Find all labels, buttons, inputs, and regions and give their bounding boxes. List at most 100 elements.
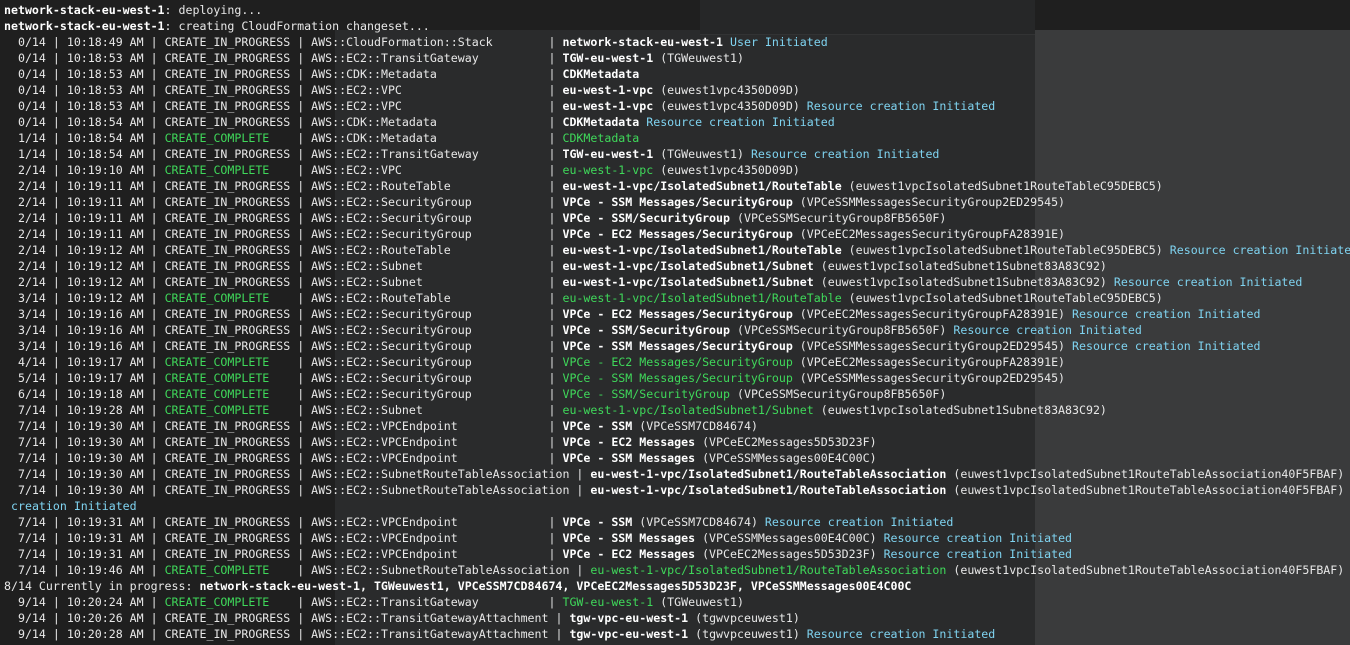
event-logical-id: VPCe - SSM Messages/SecurityGroup — [562, 195, 793, 209]
event-progress: 2/14 — [4, 163, 46, 177]
event-status: CREATE_IN_PROGRESS — [164, 115, 291, 129]
event-logical-id: TGW-eu-west-1 — [562, 147, 654, 161]
terminal-window[interactable]: network-stack-eu-west-1: deploying... ne… — [0, 0, 1350, 645]
event-physical-id: (euwest1vpcIsolatedSubnet1RouteTableAsso… — [953, 483, 1345, 497]
event-resource-type: AWS::EC2::SecurityGroup — [311, 355, 542, 369]
event-timestamp: 10:19:30 AM — [66, 451, 144, 465]
event-timestamp: 10:19:46 AM — [66, 563, 144, 577]
event-timestamp: 10:19:31 AM — [66, 531, 144, 545]
event-row: 7/14 | 10:19:30 AM | CREATE_IN_PROGRESS … — [4, 435, 877, 449]
event-progress: 2/14 — [4, 227, 46, 241]
event-physical-id: (VPCeEC2Messages5D53D23F) — [702, 435, 877, 449]
event-resource-type: AWS::EC2::SubnetRouteTableAssociation — [311, 483, 570, 497]
event-timestamp: 10:19:11 AM — [66, 227, 144, 241]
event-row: 3/14 | 10:19:16 AM | CREATE_IN_PROGRESS … — [4, 307, 1261, 321]
event-status-reason: Resource creation Initiated — [883, 547, 1073, 561]
event-row: 7/14 | 10:19:31 AM | CREATE_IN_PROGRESS … — [4, 531, 1073, 545]
event-status: CREATE_COMPLETE — [164, 163, 291, 177]
event-progress: 2/14 — [4, 211, 46, 225]
event-row: 7/14 | 10:19:30 AM | CREATE_IN_PROGRESS … — [4, 451, 877, 465]
event-timestamp: 10:18:53 AM — [66, 51, 144, 65]
event-progress: 0/14 — [4, 67, 46, 81]
event-logical-id: tgw-vpc-eu-west-1 — [569, 627, 689, 641]
event-physical-id: (euwest1vpc4350D09D) — [660, 99, 800, 113]
event-logical-id: VPCe - SSM Messages/SecurityGroup — [562, 371, 793, 385]
event-status: CREATE_IN_PROGRESS — [164, 51, 291, 65]
event-resource-type: AWS::EC2::SubnetRouteTableAssociation — [311, 467, 570, 481]
event-row: 7/14 | 10:19:46 AM | CREATE_COMPLETE | A… — [4, 563, 1345, 577]
event-progress: 7/14 — [4, 467, 46, 481]
event-resource-type: AWS::CloudFormation::Stack — [311, 35, 542, 49]
event-row: 6/14 | 10:19:18 AM | CREATE_COMPLETE | A… — [4, 387, 947, 401]
event-status: CREATE_COMPLETE — [164, 131, 291, 145]
event-progress: 2/14 — [4, 275, 46, 289]
event-status: CREATE_IN_PROGRESS — [164, 339, 291, 353]
event-status: CREATE_COMPLETE — [164, 595, 291, 609]
event-timestamp: 10:19:12 AM — [66, 275, 144, 289]
event-row: 9/14 | 10:20:28 AM | CREATE_IN_PROGRESS … — [4, 627, 996, 641]
event-row: 0/14 | 10:18:54 AM | CREATE_IN_PROGRESS … — [4, 115, 835, 129]
event-resource-type: AWS::EC2::TransitGateway — [311, 147, 542, 161]
event-status: CREATE_IN_PROGRESS — [164, 307, 291, 321]
event-row: 3/14 | 10:19:12 AM | CREATE_COMPLETE | A… — [4, 291, 1163, 305]
event-resource-type: AWS::EC2::VPCEndpoint — [311, 515, 542, 529]
event-physical-id: (VPCeSSMMessagesSecurityGroup2ED29545) — [799, 339, 1066, 353]
event-progress: 7/14 — [4, 547, 46, 561]
event-resource-type: AWS::EC2::TransitGatewayAttachment — [311, 611, 549, 625]
event-resource-type: AWS::EC2::SecurityGroup — [311, 371, 542, 385]
event-status-reason: Resource creation Initiated — [1169, 243, 1350, 257]
event-timestamp: 10:19:30 AM — [66, 435, 144, 449]
event-resource-type: AWS::EC2::VPC — [311, 83, 542, 97]
event-progress: 1/14 — [4, 131, 46, 145]
event-resource-type: AWS::EC2::SecurityGroup — [311, 211, 542, 225]
event-resource-type: AWS::EC2::SecurityGroup — [311, 323, 542, 337]
event-physical-id: (euwest1vpcIsolatedSubnet1RouteTableAsso… — [953, 467, 1345, 481]
event-status: CREATE_IN_PROGRESS — [164, 99, 291, 113]
event-physical-id: (euwest1vpc4350D09D) — [660, 163, 800, 177]
event-physical-id: (euwest1vpcIsolatedSubnet1Subnet83A83C92… — [820, 259, 1107, 273]
event-progress: 7/14 — [4, 483, 46, 497]
event-row: 2/14 | 10:19:11 AM | CREATE_IN_PROGRESS … — [4, 211, 947, 225]
event-status: CREATE_COMPLETE — [164, 371, 291, 385]
event-status: CREATE_IN_PROGRESS — [164, 67, 291, 81]
events-log-after: 9/14 | 10:20:24 AM | CREATE_COMPLETE | A… — [4, 594, 1350, 642]
event-row: 7/14 | 10:19:30 AM | CREATE_IN_PROGRESS … — [4, 419, 758, 433]
event-logical-id: eu-west-1-vpc — [562, 83, 654, 97]
event-resource-type: AWS::EC2::SecurityGroup — [311, 307, 542, 321]
event-status: CREATE_IN_PROGRESS — [164, 227, 291, 241]
event-status-reason: Resource creation Initiated — [750, 147, 940, 161]
event-logical-id: eu-west-1-vpc/IsolatedSubnet1/RouteTable — [562, 179, 842, 193]
event-timestamp: 10:20:26 AM — [66, 611, 144, 625]
event-logical-id: eu-west-1-vpc/IsolatedSubnet1/RouteTable… — [590, 467, 947, 481]
event-progress: 0/14 — [4, 35, 46, 49]
event-resource-type: AWS::EC2::VPC — [311, 163, 542, 177]
event-timestamp: 10:19:31 AM — [66, 515, 144, 529]
event-resource-type: AWS::EC2::RouteTable — [311, 291, 542, 305]
event-physical-id: (TGWeuwest1) — [660, 51, 744, 65]
event-timestamp: 10:18:49 AM — [66, 35, 144, 49]
event-row: 9/14 | 10:20:24 AM | CREATE_COMPLETE | A… — [4, 595, 744, 609]
event-logical-id: CDKMetadata — [562, 131, 640, 145]
event-progress: 1/14 — [4, 147, 46, 161]
event-row: 2/14 | 10:19:12 AM | CREATE_IN_PROGRESS … — [4, 275, 1303, 289]
event-physical-id: (euwest1vpcIsolatedSubnet1RouteTableC95D… — [848, 179, 1163, 193]
event-progress: 7/14 — [4, 451, 46, 465]
event-row: 0/14 | 10:18:53 AM | CREATE_IN_PROGRESS … — [4, 83, 800, 97]
event-physical-id: (tgwvpceuwest1) — [695, 611, 800, 625]
event-physical-id: (VPCeEC2MessagesSecurityGroupFA28391E) — [799, 307, 1066, 321]
event-logical-id: TGW-eu-west-1 — [562, 51, 654, 65]
event-status: CREATE_IN_PROGRESS — [164, 323, 291, 337]
event-status: CREATE_IN_PROGRESS — [164, 275, 291, 289]
event-timestamp: 10:18:54 AM — [66, 115, 144, 129]
event-physical-id: (VPCeSSMMessagesSecurityGroup2ED29545) — [799, 195, 1066, 209]
event-physical-id: (VPCeSSM7CD84674) — [639, 515, 758, 529]
event-resource-type: AWS::EC2::SubnetRouteTableAssociation — [311, 563, 570, 577]
event-row: 0/14 | 10:18:53 AM | CREATE_IN_PROGRESS … — [4, 99, 996, 113]
event-physical-id: (euwest1vpcIsolatedSubnet1Subnet83A83C92… — [820, 403, 1107, 417]
event-resource-type: AWS::EC2::SecurityGroup — [311, 227, 542, 241]
event-resource-type: AWS::EC2::SecurityGroup — [311, 387, 542, 401]
event-timestamp: 10:19:28 AM — [66, 403, 144, 417]
event-timestamp: 10:19:11 AM — [66, 211, 144, 225]
event-status: CREATE_IN_PROGRESS — [164, 515, 291, 529]
event-status-reason-continued: creation Initiated — [11, 499, 137, 513]
